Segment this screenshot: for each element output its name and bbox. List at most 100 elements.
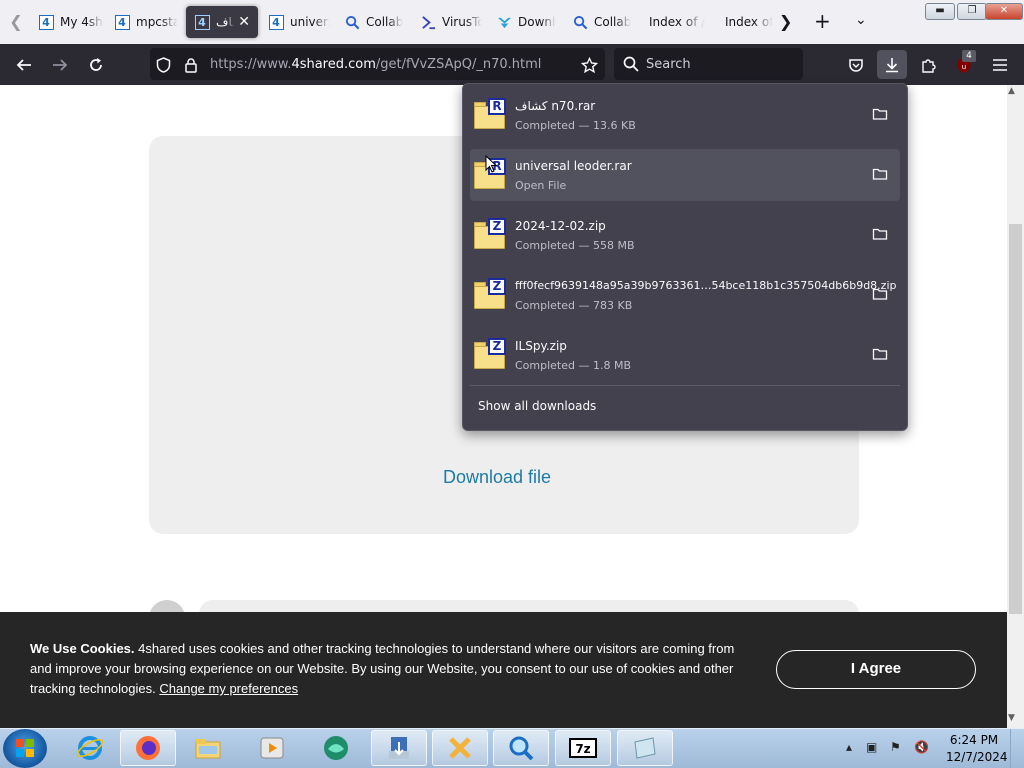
open-folder-icon[interactable] xyxy=(872,346,888,362)
clock-time[interactable]: 6:24 PM xyxy=(946,733,1002,747)
hamburger-menu-icon[interactable] xyxy=(987,52,1013,78)
download-filename: ILSpy.zip xyxy=(515,339,567,353)
url-prefix: https://www. xyxy=(210,57,292,72)
tab-download[interactable]: Download xyxy=(496,6,556,38)
tab-my-4shared[interactable]: 4 My 4shared xyxy=(38,6,104,38)
forward-arrow-icon[interactable] xyxy=(47,52,73,78)
search-icon xyxy=(618,51,644,77)
svg-text:u: u xyxy=(962,63,966,71)
open-folder-icon[interactable] xyxy=(872,166,888,182)
url-path: /get/fVvZSApQ/_n70.html xyxy=(375,57,542,72)
4shared-icon: 4 xyxy=(114,14,130,30)
taskbar-installer[interactable] xyxy=(371,730,427,766)
change-preferences-link[interactable]: Change my preferences xyxy=(159,681,298,696)
volume-muted-icon[interactable]: 🔇 xyxy=(914,740,929,754)
open-folder-icon[interactable] xyxy=(872,226,888,242)
url-text[interactable]: https://www.4shared.com/get/fVvZSApQ/_n7… xyxy=(210,57,541,72)
download-filename: 2024-12-02.zip xyxy=(515,219,606,233)
tab-index-of-2[interactable]: Index of / xyxy=(725,6,773,38)
window-close-icon[interactable]: ✕ xyxy=(985,3,1023,20)
back-arrow-icon[interactable] xyxy=(11,52,37,78)
taskbar-media-player[interactable] xyxy=(244,730,300,766)
reload-icon[interactable] xyxy=(83,52,109,78)
taskbar-7zip[interactable]: 7z xyxy=(555,730,611,766)
lock-icon[interactable] xyxy=(178,52,204,78)
clock-date[interactable]: 12/7/2024 xyxy=(946,750,1008,764)
pocket-icon[interactable] xyxy=(843,52,869,78)
taskbar-firefox[interactable] xyxy=(120,730,176,766)
download-item[interactable]: Z fff0fecf9639148a95a39b9763361…54bce118… xyxy=(470,269,900,321)
virustotal-icon xyxy=(420,14,436,30)
tab-title: My 4shared xyxy=(60,15,104,29)
action-center-flag-icon[interactable]: ⚑ xyxy=(890,740,901,754)
scrollbar-thumb[interactable] xyxy=(1009,224,1022,614)
show-all-downloads-button[interactable]: Show all downloads xyxy=(478,399,596,413)
scroll-down-arrow-icon[interactable]: ▼ xyxy=(1008,713,1015,723)
tab-collab[interactable]: Collab xyxy=(344,6,406,38)
agree-button[interactable]: I Agree xyxy=(776,650,976,689)
4shared-icon: 4 xyxy=(194,14,210,30)
mouse-cursor-icon xyxy=(485,155,497,173)
4shared-icon: 4 xyxy=(38,14,54,30)
firefox-icon xyxy=(136,736,160,760)
download-icon xyxy=(496,14,512,30)
extension-count-badge: 4 xyxy=(962,50,976,62)
tab-title: Collab xyxy=(366,15,404,29)
download-arrow-icon xyxy=(879,52,905,78)
folder-icon xyxy=(195,739,221,759)
open-folder-icon[interactable] xyxy=(872,286,888,302)
tab-mpcstar[interactable]: 4 mpcstar xyxy=(114,6,178,38)
new-tab-icon[interactable]: + xyxy=(814,9,831,33)
download-status: Completed — 13.6 KB xyxy=(515,119,636,132)
tab-active[interactable]: 4 كشاف ✕ xyxy=(186,6,258,38)
start-button[interactable] xyxy=(3,729,47,768)
maximize-icon[interactable]: ❐ xyxy=(957,3,987,20)
download-filename: كشاف n70.rar xyxy=(515,99,596,113)
download-item[interactable]: Z ILSpy.zip Completed — 1.8 MB xyxy=(470,329,900,381)
extensions-puzzle-icon[interactable] xyxy=(915,52,941,78)
search-input[interactable]: Search xyxy=(646,57,691,72)
download-status: Completed — 783 KB xyxy=(515,299,633,312)
taskbar-window-app[interactable] xyxy=(617,730,673,766)
bookmark-star-icon[interactable] xyxy=(576,52,602,78)
taskbar-tool[interactable] xyxy=(432,730,488,766)
tracking-protection-shield-icon[interactable] xyxy=(150,52,176,78)
show-desktop-button[interactable] xyxy=(1010,729,1024,768)
show-hidden-icons-icon[interactable]: ▴ xyxy=(846,740,852,754)
tab-universal[interactable]: 4 universal xyxy=(268,6,330,38)
tab-virustotal[interactable]: VirusTotal xyxy=(420,6,482,38)
tab-scroll-right-icon[interactable]: ❯ xyxy=(779,12,792,31)
svg-text:7z: 7z xyxy=(575,742,590,756)
taskbar-explorer[interactable] xyxy=(180,730,236,766)
taskbar-search-app[interactable] xyxy=(493,730,549,766)
rar-archive-icon: R xyxy=(474,98,506,130)
7zip-icon: 7z xyxy=(569,738,597,758)
tab-collab-2[interactable]: Collab xyxy=(572,6,632,38)
scroll-up-arrow-icon[interactable]: ▲ xyxy=(1008,86,1015,96)
download-item[interactable]: R كشاف n70.rar Completed — 13.6 KB xyxy=(470,89,900,141)
tab-index-of[interactable]: Index of / xyxy=(649,6,709,38)
download-filename: universal leoder.rar xyxy=(515,159,632,173)
tab-title: كشاف xyxy=(216,15,234,29)
url-host: 4shared.com xyxy=(291,57,376,72)
tab-title: universal xyxy=(290,15,330,29)
taskbar-internet-explorer[interactable] xyxy=(62,730,118,766)
close-tab-icon[interactable]: ✕ xyxy=(238,14,250,30)
tab-title: Index of / xyxy=(649,15,706,29)
tab-scroll-left-icon[interactable]: ❮ xyxy=(6,12,26,32)
minimize-icon[interactable]: ▬ xyxy=(925,3,955,20)
download-item[interactable]: R universal leoder.rar Open File xyxy=(470,149,900,201)
media-player-icon xyxy=(260,737,284,759)
cookie-text: We Use Cookies. 4shared uses cookies and… xyxy=(30,639,750,699)
network-icon[interactable]: ▣ xyxy=(866,740,877,754)
taskbar-app-green[interactable] xyxy=(308,730,364,766)
download-file-link[interactable]: Download file xyxy=(443,467,551,488)
list-all-tabs-icon[interactable]: ⌄ xyxy=(855,12,867,28)
cookie-heading: We Use Cookies. xyxy=(30,641,135,656)
download-status: Completed — 558 MB xyxy=(515,239,635,252)
download-item[interactable]: Z 2024-12-02.zip Completed — 558 MB xyxy=(470,209,900,261)
internet-explorer-icon xyxy=(76,736,104,760)
zip-archive-icon: Z xyxy=(474,278,506,310)
magnifier-icon xyxy=(509,736,534,761)
open-folder-icon[interactable] xyxy=(872,106,888,122)
